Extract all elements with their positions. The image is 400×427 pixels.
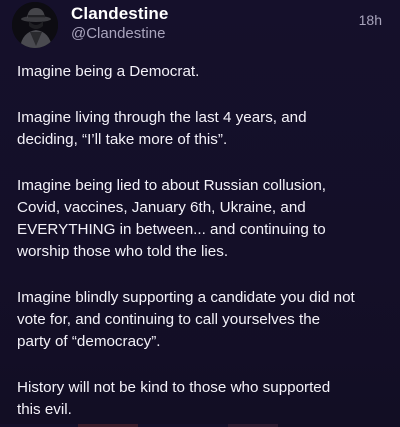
post-paragraph: Imagine living through the last 4 years,… [17,109,307,148]
author-name[interactable]: Clandestine [71,4,168,24]
author-handle[interactable]: @Clandestine [71,25,165,42]
spy-avatar-icon [12,2,58,48]
post-paragraph: Imagine blindly supporting a candidate y… [17,289,355,350]
post-card: Clandestine @Clandestine 18h Imagine bei… [0,0,400,427]
post-timestamp: 18h [358,12,382,28]
post-paragraph: History will not be kind to those who su… [17,379,331,418]
post-paragraph: Imagine being lied to about Russian coll… [17,177,327,260]
avatar[interactable] [12,2,58,48]
post-paragraph: Imagine being a Democrat. [17,63,200,80]
post-body: Imagine being a Democrat. Imagine living… [17,61,392,427]
